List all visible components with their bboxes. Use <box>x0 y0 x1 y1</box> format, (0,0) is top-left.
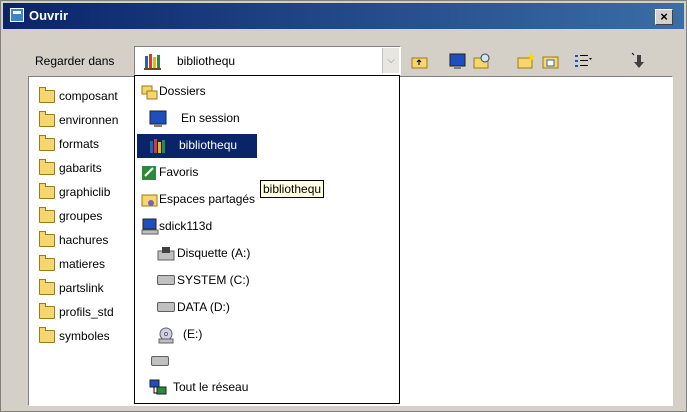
network-icon <box>149 379 167 395</box>
dropdown-item-dossiers[interactable]: Dossiers <box>137 80 397 104</box>
folder-icon <box>39 303 55 319</box>
drive-icon <box>157 275 175 285</box>
dropdown-item-disquette[interactable]: Disquette (A:) <box>137 242 397 266</box>
dropdown-item-en-session[interactable]: En session <box>137 107 397 131</box>
lookin-dropdown: Dossiers En session bibliothequ Favoris … <box>134 75 400 404</box>
dropdown-item-data-d[interactable]: DATA (D:) <box>137 296 397 320</box>
lookin-value: bibliothequ <box>177 54 236 68</box>
dropdown-item-bibliothequ[interactable]: bibliothequ <box>137 134 257 158</box>
folder-icon <box>39 87 55 103</box>
close-icon: × <box>660 9 668 24</box>
open-dialog: Ouvrir × Regarder dans bibliothequ ⌵ com… <box>0 0 687 412</box>
desktop-icon[interactable] <box>448 52 468 70</box>
folder-star-icon[interactable] <box>541 52 561 70</box>
up-folder-icon[interactable] <box>410 52 430 70</box>
drive-icon <box>151 356 169 366</box>
folder-icon <box>39 183 55 199</box>
search-folder-icon[interactable] <box>472 52 492 70</box>
computer-icon <box>141 218 159 235</box>
shared-folder-icon <box>141 194 158 207</box>
tools-icon[interactable] <box>629 52 649 70</box>
dropdown-item-sdick113d[interactable]: sdick113d <box>137 215 397 239</box>
close-button[interactable]: × <box>655 9 673 25</box>
lookin-label: Regarder dans <box>35 54 115 68</box>
new-folder-icon[interactable] <box>516 52 536 70</box>
floppy-icon <box>157 247 175 261</box>
library-icon <box>150 139 165 153</box>
library-icon <box>144 54 161 70</box>
folder-icon <box>39 327 55 343</box>
window-title: Ouvrir <box>29 8 69 23</box>
dropdown-item-tout-le-reseau[interactable]: Tout le réseau <box>137 376 397 400</box>
folder-icon <box>39 111 55 127</box>
favorites-icon <box>142 166 156 180</box>
folder-icon <box>39 159 55 175</box>
dropdown-item-system-c[interactable]: SYSTEM (C:) <box>137 269 397 293</box>
drive-icon <box>157 302 175 312</box>
tooltip: bibliothequ <box>260 180 325 198</box>
app-icon <box>10 8 24 22</box>
folder-icon <box>39 207 55 223</box>
chevron-down-icon[interactable]: ⌵ <box>382 48 399 73</box>
cd-drive-icon <box>158 327 174 344</box>
lookin-combobox[interactable]: bibliothequ ⌵ <box>134 46 401 75</box>
monitor-icon <box>149 110 167 127</box>
dropdown-item-e[interactable]: (E:) <box>137 323 397 347</box>
view-menu-icon[interactable] <box>573 52 593 70</box>
folder-icon <box>39 231 55 247</box>
folder-icon <box>39 135 55 151</box>
dropdown-item-drive[interactable] <box>137 350 397 374</box>
title-bar[interactable]: Ouvrir × <box>3 3 684 29</box>
folder-icon <box>39 279 55 295</box>
folder-tree-icon <box>141 85 158 100</box>
folder-icon <box>39 255 55 271</box>
